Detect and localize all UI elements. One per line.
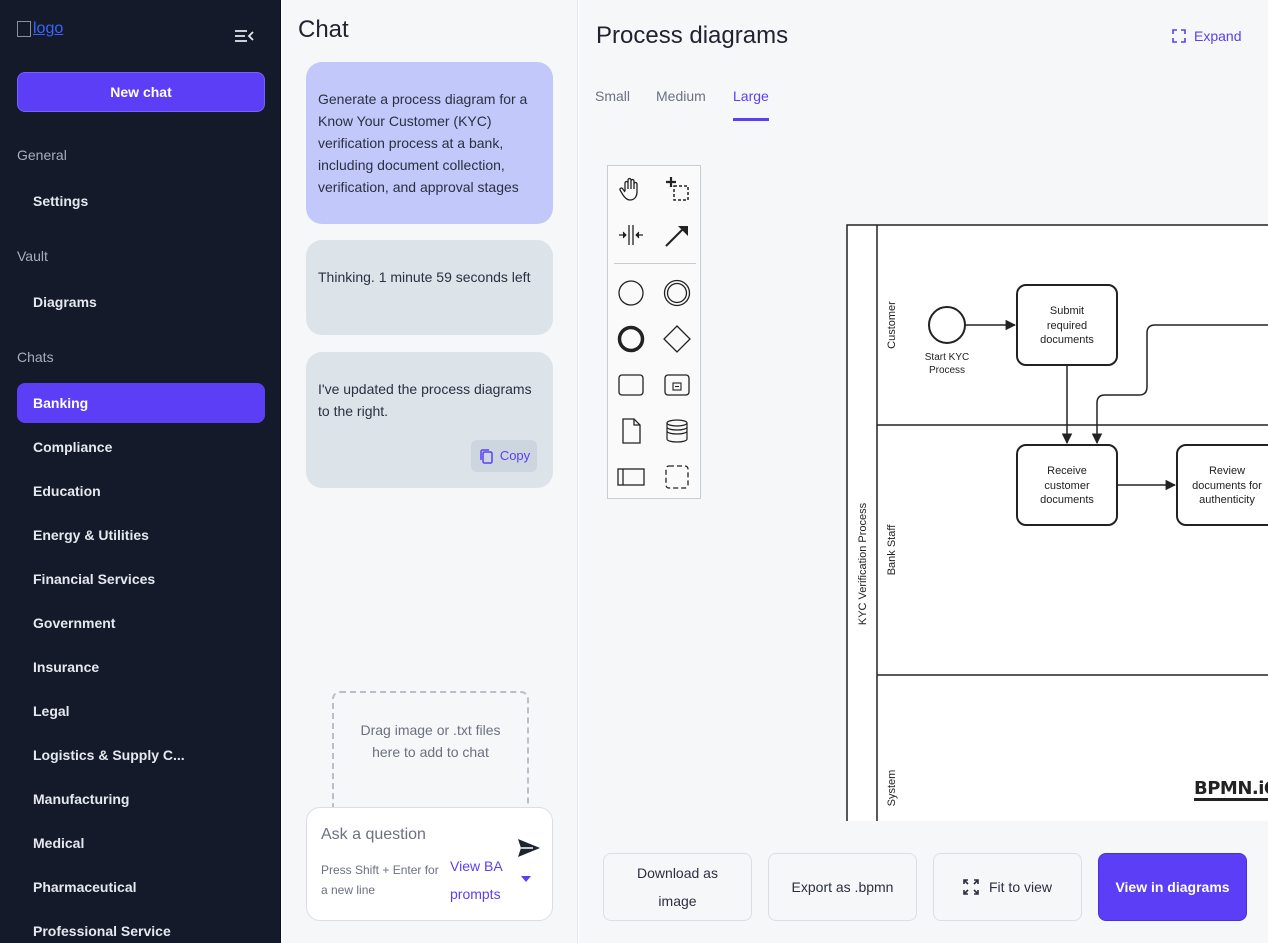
chevron-down-icon[interactable]	[521, 876, 531, 882]
lane-label-system: System	[886, 770, 898, 807]
new-chat-button[interactable]: New chat	[17, 72, 265, 112]
chat-item-education[interactable]: Education	[17, 471, 265, 511]
copy-icon	[480, 448, 493, 464]
task-receive-label: Receive customer documents	[1040, 465, 1094, 506]
chat-item-energy-utilities[interactable]: Energy & Utilities	[17, 515, 265, 555]
section-title-general: General	[17, 147, 67, 163]
export-bpmn-button[interactable]: Export as .bpmn	[768, 853, 917, 921]
tab-medium[interactable]: Medium	[656, 88, 706, 121]
start-event[interactable]	[928, 306, 966, 344]
assistant-message-text: I've updated the process diagrams to the…	[318, 381, 532, 419]
view-ba-prompts-link[interactable]: View BA prompts	[450, 852, 512, 908]
collapse-sidebar-icon[interactable]	[233, 26, 255, 46]
chat-title: Chat	[298, 16, 349, 43]
send-icon[interactable]	[516, 836, 542, 860]
logo-alt-text: logo	[33, 20, 64, 37]
chat-item-medical[interactable]: Medical	[17, 823, 265, 863]
chat-item-insurance[interactable]: Insurance	[17, 647, 265, 687]
chat-panel: Chat Generate a process diagram for a Kn…	[282, 0, 578, 943]
sidebar: logo New chat General Settings Vault Dia…	[0, 0, 281, 943]
download-label: Download as image	[637, 865, 718, 909]
expand-label: Expand	[1194, 28, 1242, 44]
chat-item-legal[interactable]: Legal	[17, 691, 265, 731]
ask-box: Press Shift + Enter for a new line View …	[306, 807, 553, 921]
question-input[interactable]	[321, 826, 501, 844]
fit-to-view-button[interactable]: Fit to view	[933, 853, 1082, 921]
chat-item-banking[interactable]: Banking	[17, 383, 265, 423]
tab-large[interactable]: Large	[733, 88, 769, 121]
newline-hint: Press Shift + Enter for a new line	[321, 863, 439, 897]
copy-label: Copy	[499, 448, 531, 463]
page-title: Process diagrams	[596, 22, 789, 49]
broken-image-icon	[17, 21, 31, 37]
file-dropzone[interactable]: Drag image or .txt files here to add to …	[332, 691, 529, 811]
chat-item-professional-service[interactable]: Professional Service	[17, 911, 265, 943]
chat-item-government[interactable]: Government	[17, 603, 265, 643]
diagram-canvas[interactable]: KYC Verification Process Customer Bank S…	[579, 140, 1268, 821]
fit-to-view-icon	[963, 879, 979, 895]
assistant-message: Thinking. 1 minute 59 seconds left	[306, 240, 553, 335]
view-in-diagrams-button[interactable]: View in diagrams	[1098, 853, 1247, 921]
bpmn-diagram: KYC Verification Process Customer Bank S…	[846, 224, 1268, 821]
chat-item-logistics[interactable]: Logistics & Supply C...	[17, 735, 265, 775]
main-panel: Process diagrams Expand Small Medium Lar…	[579, 0, 1268, 943]
pool-label: KYC Verification Process	[857, 502, 869, 625]
lane-label-bank-staff: Bank Staff	[886, 524, 898, 575]
download-image-button[interactable]: Download as image	[603, 853, 752, 921]
chat-item-pharmaceutical[interactable]: Pharmaceutical	[17, 867, 265, 907]
logo[interactable]: logo	[17, 20, 63, 38]
chat-item-financial-services[interactable]: Financial Services	[17, 559, 265, 599]
section-title-vault: Vault	[17, 248, 48, 264]
chat-item-compliance[interactable]: Compliance	[17, 427, 265, 467]
assistant-message: I've updated the process diagrams to the…	[306, 352, 553, 488]
nav-item-settings[interactable]: Settings	[17, 181, 265, 221]
nav-item-diagrams[interactable]: Diagrams	[17, 282, 265, 322]
user-message: Generate a process diagram for a Know Yo…	[306, 62, 553, 224]
chat-item-manufacturing[interactable]: Manufacturing	[17, 779, 265, 819]
lane-label-customer: Customer	[886, 301, 898, 349]
expand-icon	[1172, 29, 1186, 43]
tab-small[interactable]: Small	[595, 88, 630, 121]
copy-button[interactable]: Copy	[471, 440, 537, 472]
expand-button[interactable]: Expand	[1172, 28, 1241, 44]
bpmn-io-watermark[interactable]: BPMN.iO	[1194, 780, 1268, 801]
fit-to-view-label: Fit to view	[988, 879, 1052, 895]
section-title-chats: Chats	[17, 349, 54, 365]
